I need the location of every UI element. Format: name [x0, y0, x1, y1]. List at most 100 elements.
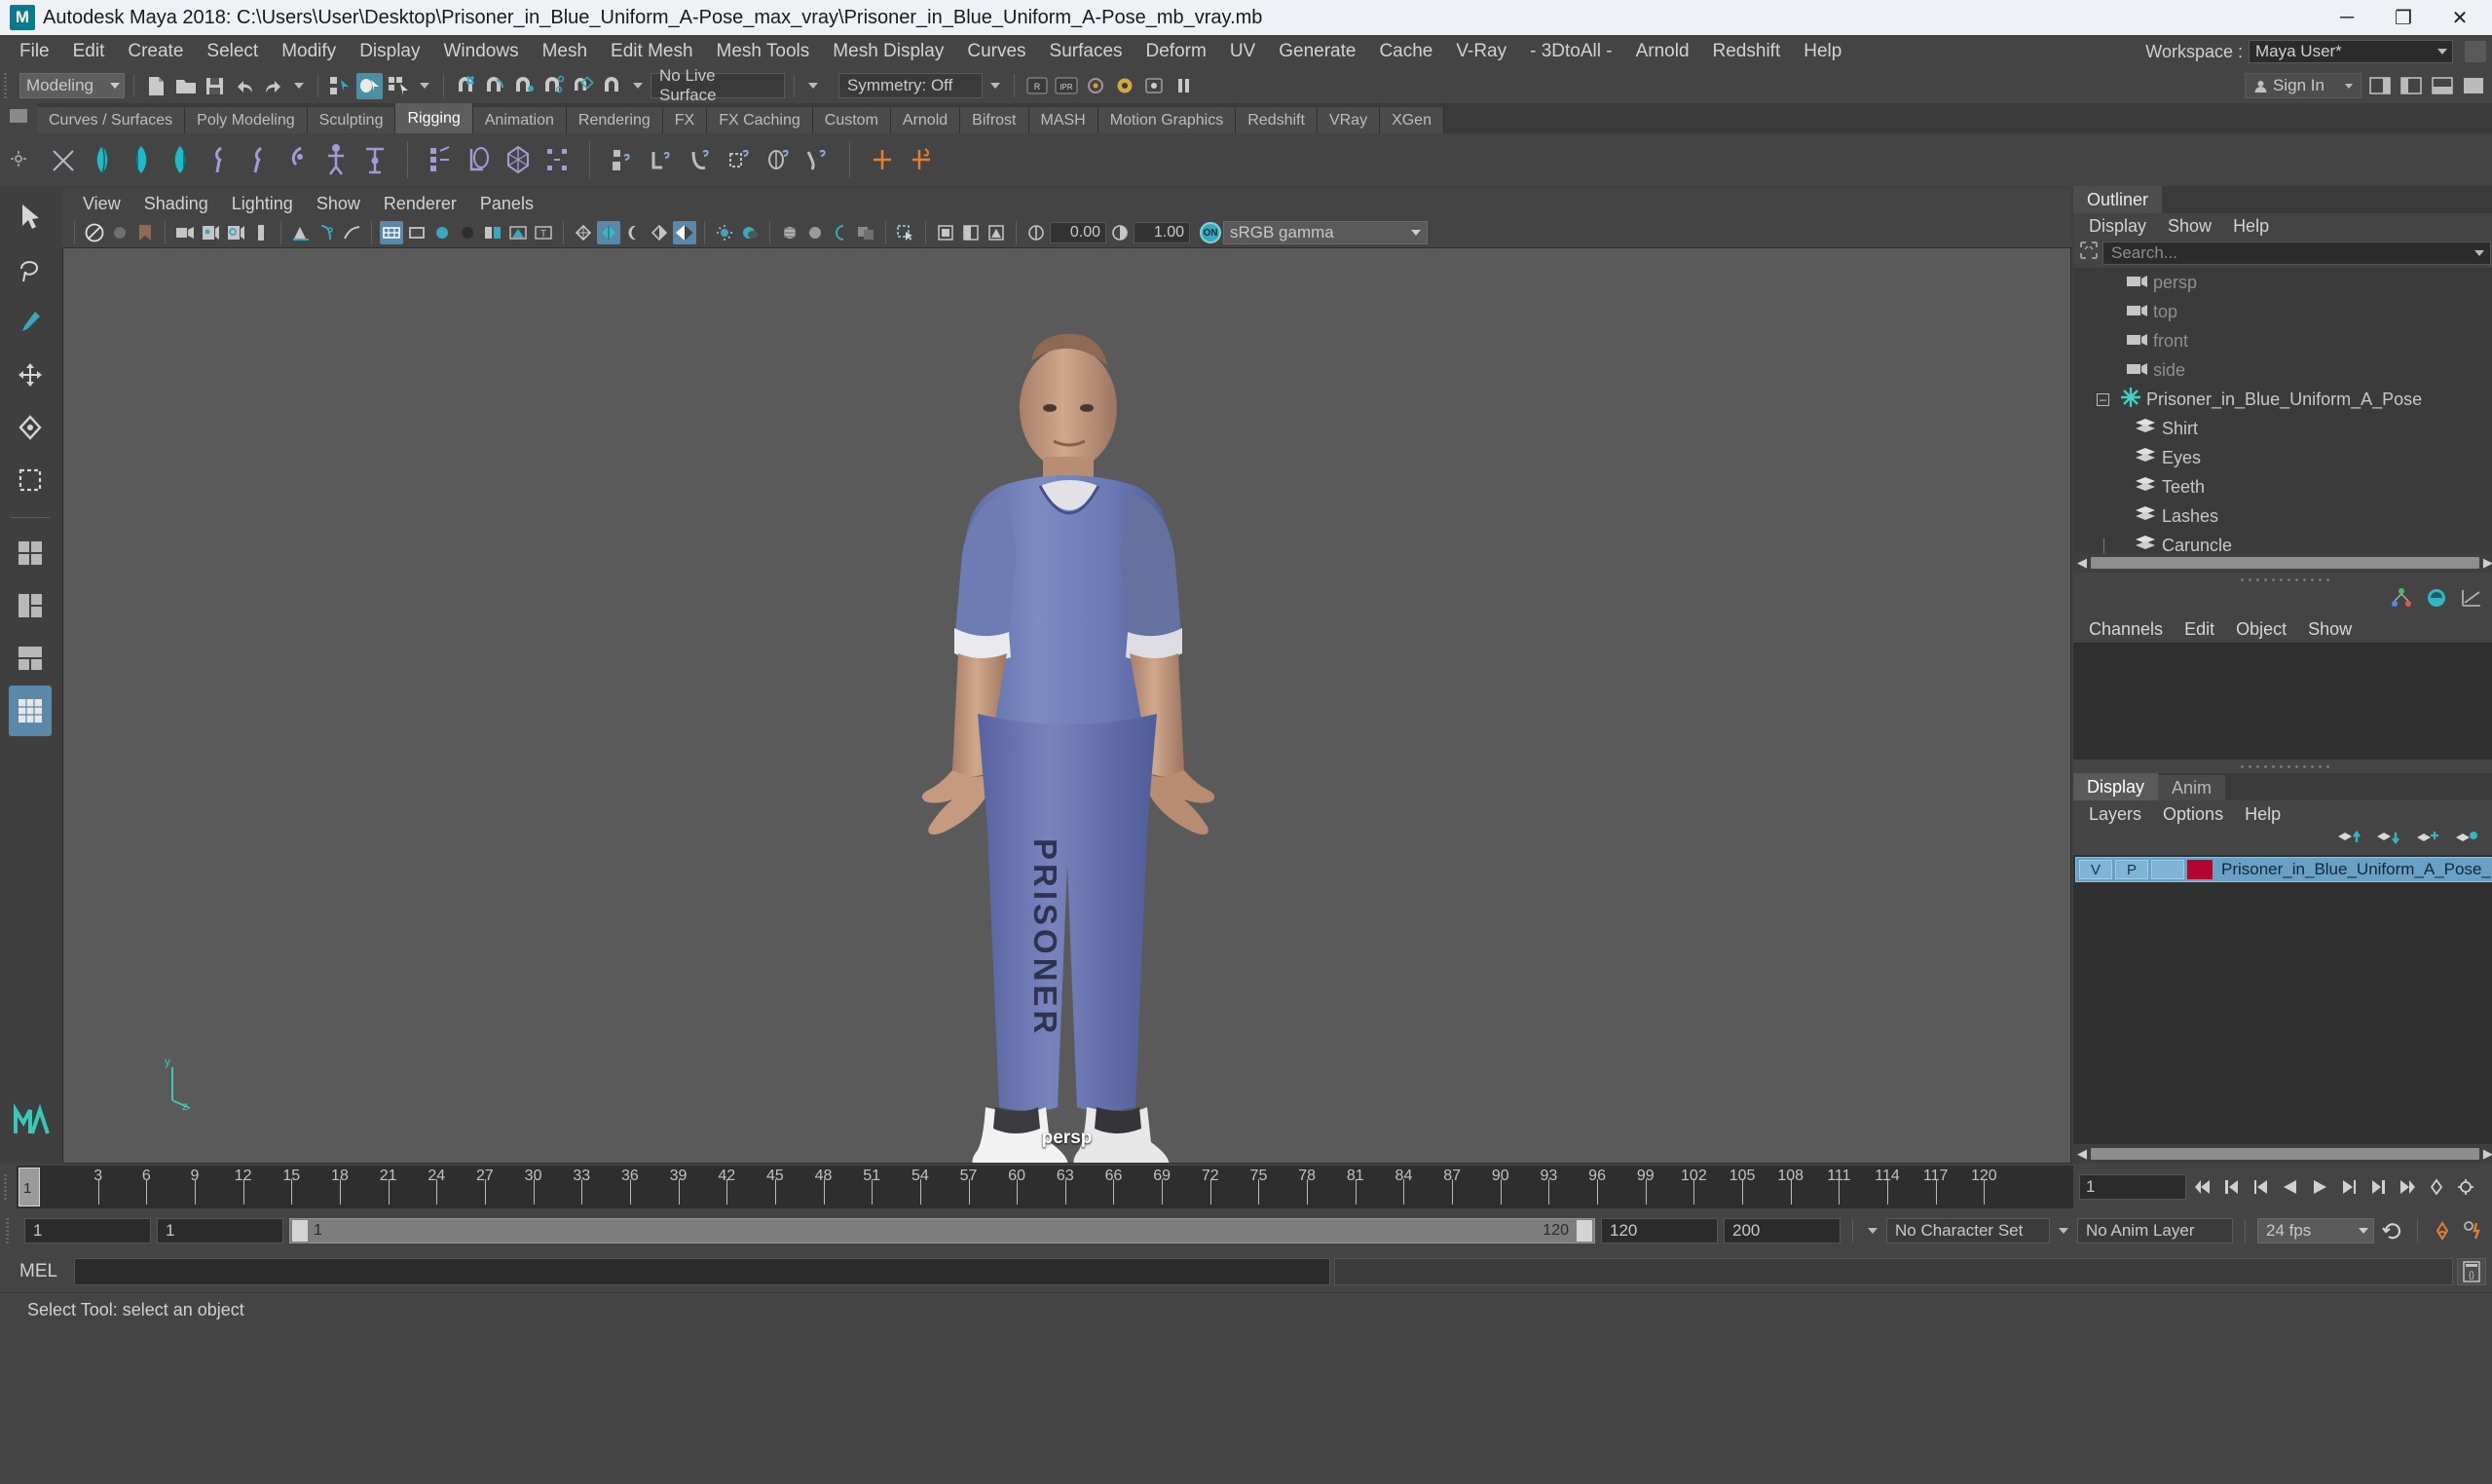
- shelf-create-joint-icon[interactable]: [49, 142, 78, 177]
- menu-3dtoall[interactable]: - 3DtoAll -: [1518, 35, 1623, 68]
- menu-mesh-display[interactable]: Mesh Display: [821, 35, 955, 68]
- shelf-parent-constraint-icon[interactable]: [608, 142, 637, 177]
- film-gate-icon[interactable]: [249, 221, 273, 244]
- scroll-right-icon[interactable]: ▶: [2482, 555, 2492, 570]
- auto-keyframe-icon[interactable]: [2424, 1174, 2449, 1200]
- grid-toggle-icon[interactable]: [224, 221, 247, 244]
- shelf-detach-skin-icon[interactable]: [243, 142, 273, 177]
- exposure-field[interactable]: 0.00: [1050, 222, 1106, 243]
- hardware-fog-icon[interactable]: [648, 221, 671, 244]
- render-settings-icon[interactable]: [1082, 73, 1108, 99]
- snap-to-grid-icon[interactable]: [453, 73, 479, 99]
- menu-deform[interactable]: Deform: [1134, 35, 1218, 68]
- menu-curves[interactable]: Curves: [955, 35, 1037, 68]
- shelf-joint-tool-icon[interactable]: [360, 142, 390, 177]
- expand-selection-icon[interactable]: [2079, 241, 2099, 266]
- toolbar-collapse-icon[interactable]: [289, 73, 309, 98]
- shelf-ik-spring-icon[interactable]: [166, 142, 195, 177]
- menu-file[interactable]: File: [8, 35, 61, 68]
- shelf-cluster-icon[interactable]: [542, 142, 572, 177]
- menu-uv[interactable]: UV: [1218, 35, 1267, 68]
- outliner-menu-display[interactable]: Display: [2079, 216, 2156, 237]
- channel-box-body[interactable]: [2073, 643, 2492, 760]
- layer-list[interactable]: V P Prisoner_in_Blue_Uniform_A_Pose_: [2073, 855, 2492, 1144]
- layer-horizontal-scrollbar[interactable]: ◀ ▶: [2073, 1144, 2492, 1164]
- range-handle-left[interactable]: [292, 1220, 308, 1242]
- range-handle-right[interactable]: [1577, 1220, 1592, 1242]
- sidebar-toggle-1-icon[interactable]: [2366, 73, 2393, 99]
- close-button[interactable]: ✕: [2432, 0, 2488, 35]
- shelf-pole-vector-constraint-icon[interactable]: [802, 142, 832, 177]
- channel-box-toggle-icon[interactable]: [2390, 587, 2413, 614]
- panel-splitter-2[interactable]: [2073, 760, 2492, 773]
- shelf-tab-sculpting[interactable]: Sculpting: [307, 107, 396, 133]
- toolbar-grip-handle[interactable]: [4, 73, 13, 98]
- layers-menu-help[interactable]: Help: [2235, 804, 2290, 825]
- go-to-end-icon[interactable]: [2395, 1174, 2420, 1200]
- bookmark-icon[interactable]: [133, 221, 157, 244]
- shelf-skeleton-icon[interactable]: [321, 142, 351, 177]
- attribute-editor-toggle-icon[interactable]: [2425, 587, 2448, 614]
- symmetry-field[interactable]: Symmetry: Off: [838, 73, 983, 98]
- range-start-field[interactable]: 1: [24, 1218, 151, 1243]
- wireframe-shading-icon[interactable]: [380, 221, 403, 244]
- menu-windows[interactable]: Windows: [432, 35, 531, 68]
- isolate-select-icon[interactable]: [289, 221, 313, 244]
- sidebar-toggle-2-icon[interactable]: [2398, 73, 2424, 99]
- lasso-tool-icon[interactable]: [9, 244, 52, 295]
- current-frame-field[interactable]: 1: [2079, 1174, 2186, 1200]
- panel-splitter-1[interactable]: [2073, 573, 2492, 586]
- outliner-search-input[interactable]: Search...: [2102, 241, 2491, 265]
- shelf-ik-spline-icon[interactable]: [127, 142, 156, 177]
- perspective-viewport[interactable]: PRISONER y z persp: [62, 247, 2071, 1164]
- playback-speed-dropdown[interactable]: 24 fps: [2257, 1218, 2374, 1243]
- outliner-item-lashes[interactable]: Lashes: [2073, 501, 2492, 531]
- menu-mesh[interactable]: Mesh: [531, 35, 599, 68]
- viewport-menu-panels[interactable]: Panels: [469, 190, 544, 217]
- viewport-menu-shading[interactable]: Shading: [133, 190, 219, 217]
- render-sequence-icon[interactable]: [1140, 73, 1167, 99]
- camera-attributes-icon[interactable]: [108, 221, 131, 244]
- shelf-tab-fx[interactable]: FX: [662, 107, 708, 133]
- screen-space-ao-icon[interactable]: [673, 221, 696, 244]
- channelbox-menu-show[interactable]: Show: [2298, 619, 2362, 640]
- layer-playback-toggle[interactable]: P: [2115, 860, 2148, 879]
- use-all-lights-icon[interactable]: [713, 221, 736, 244]
- render-current-frame-icon[interactable]: R: [1023, 73, 1050, 99]
- command-output[interactable]: [1334, 1258, 2453, 1285]
- shelf-ik-handle-icon[interactable]: [88, 142, 117, 177]
- outliner-menu-show[interactable]: Show: [2158, 216, 2221, 237]
- shelf-point-constraint-icon[interactable]: [647, 142, 676, 177]
- go-to-start-icon[interactable]: [2190, 1174, 2215, 1200]
- shelf-scale-constraint-icon[interactable]: [725, 142, 754, 177]
- select-by-object-type-icon[interactable]: [356, 72, 383, 99]
- outliner-item-side[interactable]: side: [2073, 355, 2492, 385]
- menu-create[interactable]: Create: [116, 35, 195, 68]
- layer-row[interactable]: V P Prisoner_in_Blue_Uniform_A_Pose_: [2075, 857, 2492, 882]
- graph-editor-toggle-icon[interactable]: [2460, 587, 2483, 614]
- auto-key-toggle-icon[interactable]: [2430, 1218, 2455, 1243]
- menu-display[interactable]: Display: [348, 35, 431, 68]
- shelf-tab-poly-modeling[interactable]: Poly Modeling: [185, 107, 308, 133]
- gamma-field[interactable]: 1.00: [1134, 222, 1190, 243]
- gamma-lamp-icon[interactable]: [1108, 221, 1132, 244]
- viewport-menu-view[interactable]: View: [72, 190, 131, 217]
- character-set-field[interactable]: No Character Set: [1886, 1218, 2050, 1243]
- menu-arnold[interactable]: Arnold: [1624, 35, 1701, 68]
- select-camera-icon[interactable]: [83, 221, 106, 244]
- shadows-icon[interactable]: [738, 221, 762, 244]
- select-region-icon[interactable]: [894, 221, 917, 244]
- shelf-tab-arnold[interactable]: Arnold: [890, 107, 961, 133]
- viewport-menu-renderer[interactable]: Renderer: [373, 190, 467, 217]
- step-forward-keyframe-icon[interactable]: [2365, 1174, 2391, 1200]
- four-view-layout-icon[interactable]: [9, 528, 52, 578]
- scale-tool-icon[interactable]: [9, 455, 52, 505]
- outliner-item-eyes[interactable]: Eyes: [2073, 443, 2492, 472]
- wireframe-on-shaded-icon[interactable]: [481, 221, 504, 244]
- toolbar-collapse-icon-2[interactable]: [415, 73, 434, 98]
- smooth-shade-icon[interactable]: [405, 221, 428, 244]
- color-profile-dropdown[interactable]: sRGB gamma: [1223, 221, 1428, 244]
- viewport-menu-lighting[interactable]: Lighting: [221, 190, 304, 217]
- create-layer-from-selected-icon[interactable]: [2454, 829, 2479, 854]
- playback-loop-icon[interactable]: [2380, 1218, 2405, 1243]
